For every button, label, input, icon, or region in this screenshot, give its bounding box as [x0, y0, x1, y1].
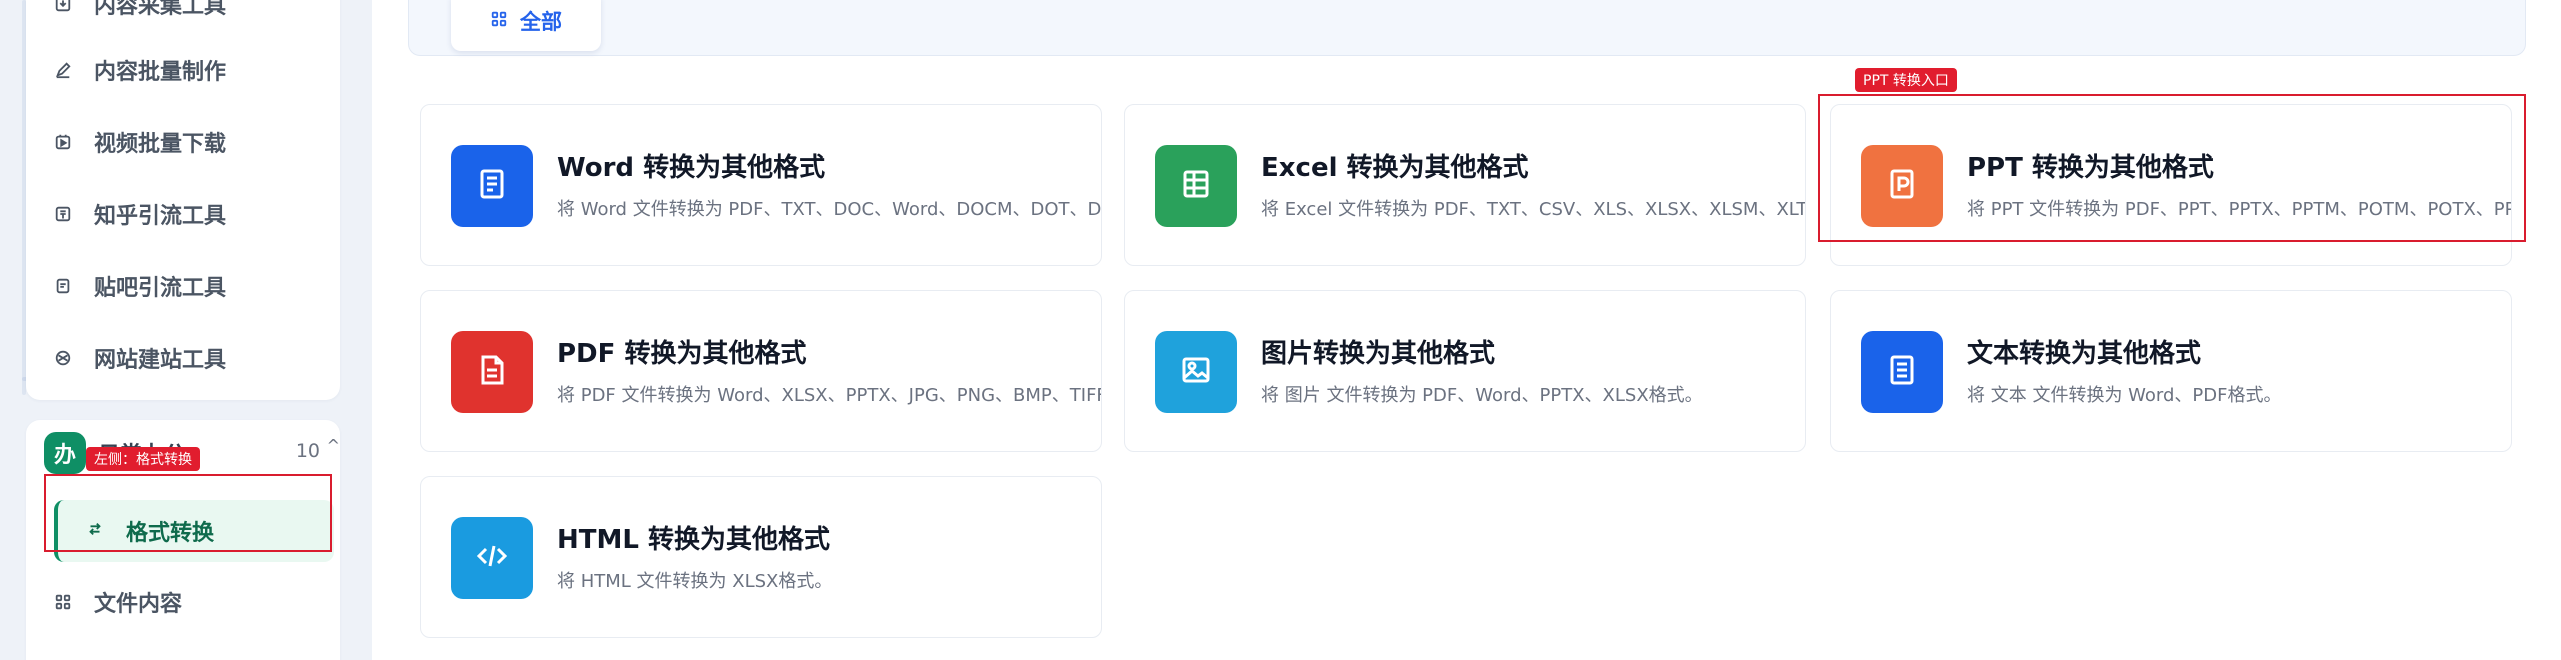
card-desc: 将 Excel 文件转换为 PDF、TXT、CSV、XLS、XLSX、XLSM、…	[1261, 199, 1806, 220]
sidebar-item-label: 知乎引流工具	[94, 204, 227, 229]
sidebar-item-label: 内容采集工具	[94, 0, 227, 19]
card-title: Word 转换为其他格式	[557, 153, 826, 183]
card-tile	[451, 145, 533, 227]
filter-chip-label: 全部	[520, 10, 562, 34]
annotation-tag-left: 左侧：格式转换	[86, 447, 200, 471]
card-title: Excel 转换为其他格式	[1261, 153, 1529, 183]
download-box-icon	[54, 0, 72, 13]
group-badge: 办	[44, 432, 86, 474]
chevron-up-icon[interactable]: ^	[327, 436, 340, 455]
card-image-convert[interactable]: 图片转换为其他格式 将 图片 文件转换为 PDF、Word、PPTX、XLSX格…	[1124, 290, 1806, 452]
image-icon	[1178, 352, 1214, 392]
card-title: 文本转换为其他格式	[1967, 339, 2202, 369]
sidebar-item-label: 网站建站工具	[94, 348, 227, 373]
card-tile	[1861, 145, 1943, 227]
sidebar-item-website[interactable]: 网站建站工具	[54, 332, 324, 384]
sidebar-item-format-convert[interactable]: 格式转换	[54, 500, 334, 562]
grid-icon	[490, 9, 508, 33]
card-desc: 将 PDF 文件转换为 Word、XLSX、PPTX、JPG、PNG、BMP、T…	[557, 385, 1102, 406]
card-excel-convert[interactable]: Excel 转换为其他格式 将 Excel 文件转换为 PDF、TXT、CSV、…	[1124, 104, 1806, 266]
globe-icon	[54, 349, 72, 367]
card-tile	[1155, 331, 1237, 413]
card-desc: 将 Word 文件转换为 PDF、TXT、DOC、Word、DOCM、DOT、D…	[557, 199, 1102, 220]
pdf-file-icon	[474, 352, 510, 392]
main-content: 全部 Word 转换为其他格式 将 Word 文件转换为 PDF、TXT、DOC…	[372, 0, 2561, 660]
card-pdf-convert[interactable]: PDF 转换为其他格式 将 PDF 文件转换为 Word、XLSX、PPTX、J…	[420, 290, 1102, 452]
sidebar-item-content-collect[interactable]: 内容采集工具	[54, 0, 324, 30]
group-count: 10	[295, 440, 320, 462]
card-title: PPT 转换为其他格式	[1967, 153, 2214, 183]
card-word-convert[interactable]: Word 转换为其他格式 将 Word 文件转换为 PDF、TXT、DOC、Wo…	[420, 104, 1102, 266]
sidebar-item-zhihu[interactable]: 知乎引流工具	[54, 188, 324, 240]
card-desc: 将 PPT 文件转换为 PDF、PPT、PPTX、PPTM、POTM、POTX、…	[1967, 199, 2511, 220]
video-icon	[54, 133, 72, 151]
card-ppt-convert[interactable]: PPT 转换为其他格式 将 PPT 文件转换为 PDF、PPT、PPTX、PPT…	[1830, 104, 2512, 266]
card-tile	[451, 331, 533, 413]
code-icon	[474, 538, 510, 578]
sidebar-item-label: 格式转换	[126, 521, 215, 546]
text-file-icon	[1884, 352, 1920, 392]
filter-chip-all[interactable]: 全部	[451, 0, 601, 51]
presentation-icon	[1884, 166, 1920, 206]
card-tile	[451, 517, 533, 599]
card-desc: 将 图片 文件转换为 PDF、Word、PPTX、XLSX格式。	[1261, 385, 1703, 406]
zhihu-icon	[54, 205, 72, 223]
table-icon	[1178, 166, 1214, 206]
card-tile	[1861, 331, 1943, 413]
card-title: 图片转换为其他格式	[1261, 339, 1496, 369]
sidebar-item-label: 贴吧引流工具	[94, 276, 227, 301]
sidebar-item-content-batch[interactable]: 内容批量制作	[54, 44, 324, 96]
grid-icon	[54, 593, 72, 611]
swap-icon	[86, 519, 104, 544]
document-icon	[54, 277, 72, 295]
sidebar-item-file-content[interactable]: 文件内容	[54, 576, 324, 628]
card-text-convert[interactable]: 文本转换为其他格式 将 文本 文件转换为 Word、PDF格式。	[1830, 290, 2512, 452]
card-tile	[1155, 145, 1237, 227]
sidebar-item-video-download[interactable]: 视频批量下载	[54, 116, 324, 168]
card-desc: 将 HTML 文件转换为 XLSX格式。	[557, 571, 833, 592]
document-lines-icon	[474, 166, 510, 206]
sidebar-item-label: 内容批量制作	[94, 60, 227, 85]
pencil-icon	[54, 61, 72, 79]
sidebar-item-tieba[interactable]: 贴吧引流工具	[54, 260, 324, 312]
card-desc: 将 文本 文件转换为 Word、PDF格式。	[1967, 385, 2282, 406]
annotation-tag-ppt: PPT 转换入口	[1855, 68, 1957, 92]
filter-bar: 全部	[408, 0, 2526, 56]
sidebar-item-label: 视频批量下载	[94, 132, 227, 157]
sidebar: 内容采集工具 内容批量制作 视频批量下载 知乎引流工具 贴吧引流工具 网站建站工…	[0, 0, 372, 660]
card-title: PDF 转换为其他格式	[557, 339, 807, 369]
sidebar-item-label: 文件内容	[94, 592, 183, 617]
card-html-convert[interactable]: HTML 转换为其他格式 将 HTML 文件转换为 XLSX格式。	[420, 476, 1102, 638]
card-title: HTML 转换为其他格式	[557, 525, 830, 555]
